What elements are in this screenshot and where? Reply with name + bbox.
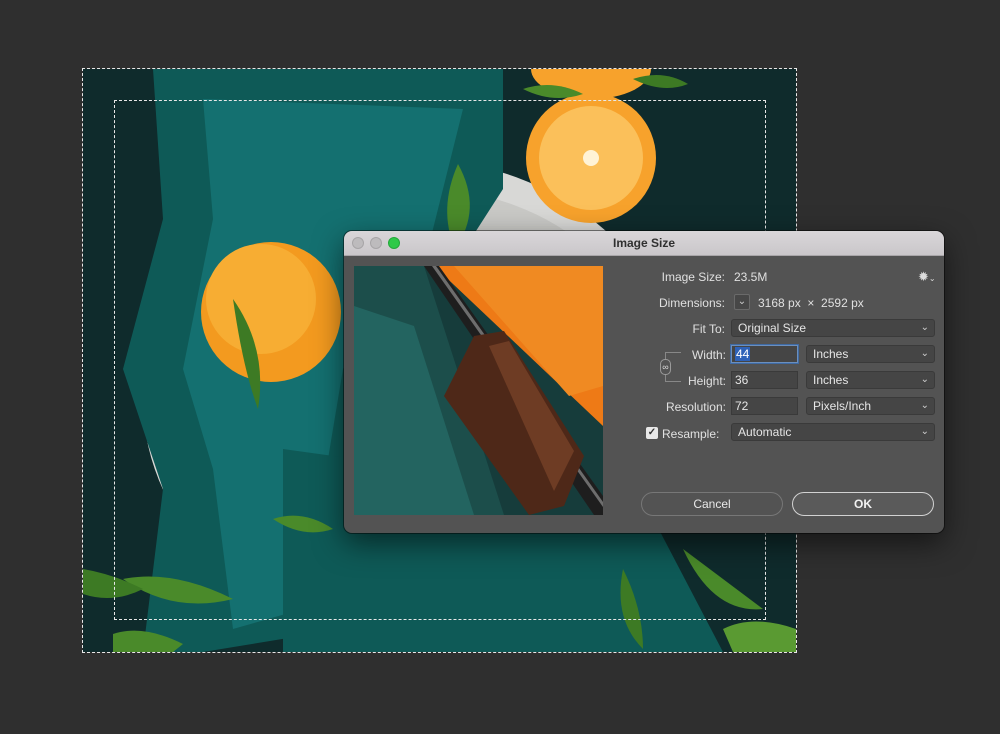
- width-unit-value: Inches: [813, 347, 849, 361]
- height-unit-value: Inches: [813, 373, 849, 387]
- resolution-input[interactable]: 72: [731, 397, 798, 415]
- resample-select[interactable]: Automatic ⌄: [731, 423, 935, 441]
- fit-to-select[interactable]: Original Size ⌄: [731, 319, 935, 337]
- chevron-down-icon: ⌄: [920, 374, 929, 385]
- dimensions-label: Dimensions:: [658, 296, 725, 310]
- height-value: 36: [735, 373, 749, 387]
- resample-value: Automatic: [738, 425, 792, 439]
- width-input[interactable]: 44: [731, 345, 798, 363]
- width-unit-select[interactable]: Inches ⌄: [806, 345, 935, 363]
- resolution-unit-select[interactable]: Pixels/Inch ⌄: [806, 397, 935, 415]
- resample-checkbox[interactable]: ✓: [646, 427, 658, 439]
- chevron-down-icon: ⌄: [920, 348, 929, 359]
- fit-to-value: Original Size: [738, 321, 807, 335]
- resolution-label: Resolution:: [665, 400, 726, 414]
- chevron-down-icon: ⌄: [920, 426, 929, 437]
- height-label: Height:: [687, 374, 726, 388]
- resample-label: Resample:: [662, 427, 720, 441]
- dialog-title: Image Size: [612, 236, 676, 250]
- chevron-down-icon: ⌄: [920, 400, 929, 411]
- width-label: Width:: [691, 348, 726, 362]
- ok-button[interactable]: OK: [792, 492, 934, 516]
- dimensions-units-chevron-down-icon[interactable]: ⌄: [734, 294, 750, 310]
- image-size-value: 23.5M: [734, 270, 768, 284]
- resolution-value: 72: [735, 399, 749, 413]
- checkmark-icon: ✓: [647, 427, 657, 438]
- image-size-dialog: Image Size Image Size: 23.5M ✹⌄ Dimensio…: [344, 231, 944, 533]
- link-icon[interactable]: ∞: [660, 359, 671, 375]
- chevron-down-icon: ⌄: [920, 322, 929, 333]
- dimensions-value: 3168 px × 2592 px: [758, 296, 864, 310]
- width-value: 44: [735, 347, 751, 361]
- fit-to-label: Fit To:: [692, 322, 725, 336]
- cancel-button[interactable]: Cancel: [641, 492, 783, 516]
- height-unit-select[interactable]: Inches ⌄: [806, 371, 935, 389]
- height-input[interactable]: 36: [731, 371, 798, 389]
- image-size-label: Image Size:: [661, 270, 725, 284]
- image-preview[interactable]: [354, 266, 603, 515]
- gear-icon[interactable]: ✹⌄: [918, 269, 936, 285]
- dialog-titlebar[interactable]: Image Size: [344, 231, 944, 256]
- resolution-unit-value: Pixels/Inch: [813, 399, 872, 413]
